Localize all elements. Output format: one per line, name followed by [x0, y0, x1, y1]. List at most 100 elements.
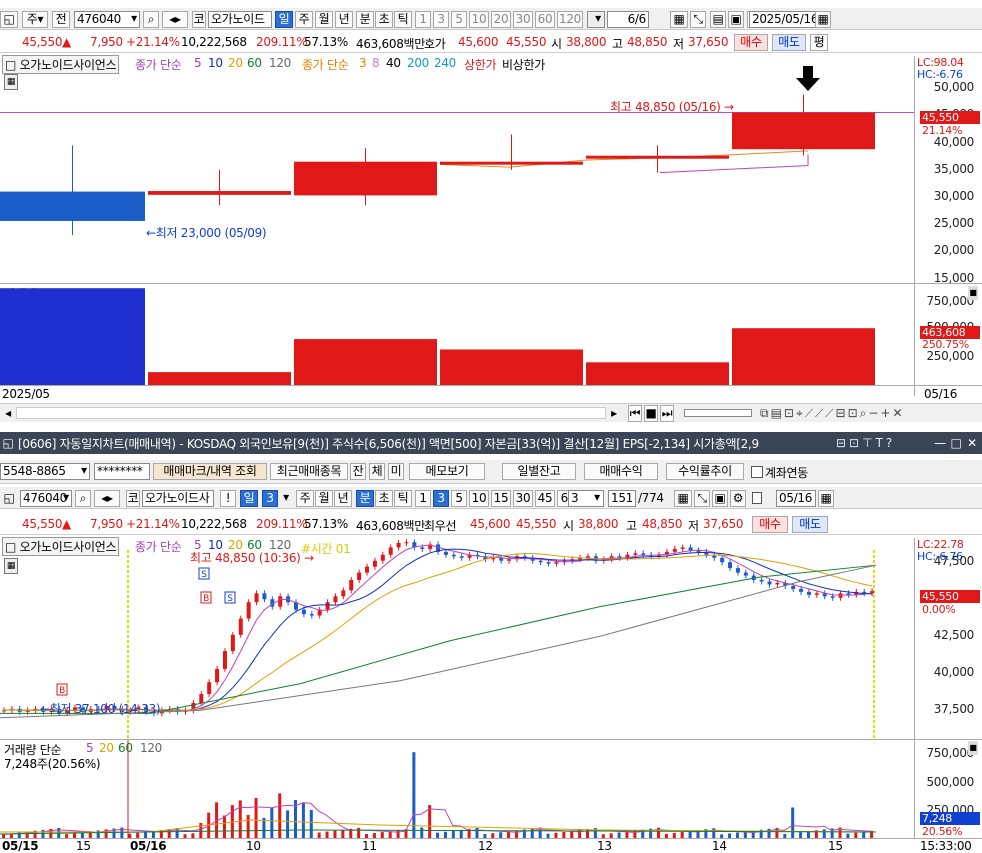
print-icon[interactable]: ▤: [710, 11, 726, 28]
period-year[interactable]: 년: [335, 11, 353, 28]
speaker-icon[interactable]: ◂▸: [94, 490, 120, 507]
sub-tick[interactable]: 틱: [394, 490, 412, 507]
low-note-text: 최저 37,100 (14:33): [49, 702, 161, 716]
min-opt[interactable]: 60: [535, 11, 555, 28]
trade-profit-button[interactable]: 매매수익: [584, 463, 658, 480]
password-field[interactable]: ********: [94, 463, 150, 480]
min-opt[interactable]: 30: [513, 11, 533, 28]
period-count[interactable]: 3: [262, 490, 278, 507]
unfilled-tab[interactable]: 미: [388, 463, 404, 480]
count-field[interactable]: 151: [608, 490, 636, 507]
min-opt[interactable]: 120: [557, 11, 583, 28]
warn-button[interactable]: !: [220, 490, 236, 507]
buy-button[interactable]: 매수: [752, 516, 788, 533]
period-day[interactable]: 일: [240, 490, 258, 507]
period-dropdown-icon[interactable]: ▾: [280, 490, 292, 507]
scroll-left-icon[interactable]: ◂: [2, 406, 14, 420]
interval-dropdown-icon[interactable]: ▾: [591, 490, 603, 507]
sub-tick[interactable]: 틱: [394, 11, 412, 28]
sub-second[interactable]: 초: [375, 490, 393, 507]
settings-icon[interactable]: ⚙: [730, 490, 746, 507]
min-opt[interactable]: 3: [433, 11, 449, 28]
sell-button[interactable]: 매도: [792, 516, 828, 533]
grid-icon[interactable]: ▦: [670, 11, 688, 28]
min-opt[interactable]: 10: [469, 11, 489, 28]
save-icon[interactable]: ▣: [712, 490, 728, 507]
min-opt[interactable]: 3: [433, 490, 449, 507]
volume-bar: [199, 822, 203, 838]
min-opt[interactable]: 5: [451, 11, 467, 28]
buy-button[interactable]: 매수: [734, 34, 768, 51]
date-checkbox[interactable]: [752, 492, 762, 504]
pct-tag: 21.14%: [922, 124, 963, 137]
trade-mark-tab[interactable]: 매매마크/내역 조회: [153, 463, 267, 480]
close-icon[interactable]: ✕: [966, 436, 978, 450]
candle-body: [459, 556, 464, 558]
memo-button[interactable]: 메모보기: [409, 463, 485, 480]
interval-dropdown-icon[interactable]: ▾: [591, 11, 605, 28]
date-field[interactable]: 2025/05/16: [749, 11, 817, 28]
min-opt[interactable]: 5: [451, 490, 467, 507]
stock-name-field[interactable]: 오가노이드사: [142, 490, 214, 507]
candle-body: [349, 580, 354, 591]
volume-bar: [286, 810, 290, 838]
save-icon[interactable]: ▣: [728, 11, 744, 28]
period-week[interactable]: 주: [295, 11, 313, 28]
min-opt[interactable]: 1: [415, 490, 431, 507]
type-select[interactable]: 주▾: [22, 11, 48, 28]
count-field[interactable]: 6/6: [607, 11, 649, 28]
min-opt[interactable]: 20: [491, 11, 511, 28]
volume-bar: [270, 807, 274, 838]
eval-button[interactable]: 평: [810, 34, 828, 51]
return-trend-button[interactable]: 수익률추이: [666, 463, 744, 480]
min-opt[interactable]: 30: [513, 490, 533, 507]
period-month[interactable]: 월: [315, 11, 333, 28]
search-icon[interactable]: ⌕: [143, 11, 159, 28]
period-day[interactable]: 일: [275, 11, 293, 28]
recent-stocks-tab[interactable]: 최근매매종목: [270, 463, 348, 480]
balance-tab[interactable]: 잔: [350, 463, 366, 480]
date-field[interactable]: 05/16: [776, 490, 816, 507]
min-opt[interactable]: 15: [491, 490, 511, 507]
pane-divider: [0, 385, 982, 386]
chart-icon[interactable]: ⤡: [694, 490, 710, 507]
minimize-icon[interactable]: —: [934, 436, 946, 450]
last-page-icon[interactable]: ⏭: [660, 405, 674, 422]
zoom-slider[interactable]: [684, 409, 752, 417]
first-page-icon[interactable]: ⏮: [628, 405, 642, 422]
sub-second[interactable]: 초: [375, 11, 393, 28]
maximize-icon[interactable]: □: [950, 436, 962, 450]
account-dropdown-icon[interactable]: ▾: [77, 463, 91, 480]
chart-icon[interactable]: ⤡: [690, 11, 706, 28]
window-tools-icons[interactable]: ⊟⊡⊤T?: [836, 436, 926, 450]
min-opt[interactable]: 1: [415, 11, 431, 28]
chart-tools-icons[interactable]: ⧉▤⊡⌖⟋⟋⟋⊟⊡⌕−+✕: [760, 406, 980, 420]
scroll-track[interactable]: [16, 407, 606, 419]
sub-minute[interactable]: 분: [356, 11, 374, 28]
scroll-right-icon[interactable]: ▸: [608, 406, 620, 420]
stop-icon[interactable]: ■: [644, 405, 658, 422]
period-prev-button[interactable]: 전: [52, 11, 70, 28]
filled-tab[interactable]: 체: [369, 463, 385, 480]
sub-minute[interactable]: 분: [356, 490, 374, 507]
stock-name-field[interactable]: 오가노이드: [208, 11, 272, 28]
grid-icon[interactable]: ▦: [674, 490, 692, 507]
pane-close-icon[interactable]: ■: [968, 741, 978, 755]
calendar-icon[interactable]: ▦: [818, 490, 834, 507]
min-opt[interactable]: 45: [535, 490, 555, 507]
period-month[interactable]: 월: [315, 490, 333, 507]
calendar-icon[interactable]: ▦: [815, 11, 831, 28]
code-dropdown-icon[interactable]: ▾: [60, 490, 72, 507]
link-checkbox[interactable]: [751, 466, 763, 478]
period-week[interactable]: 주: [296, 490, 314, 507]
chart-toggle-icon[interactable]: ◱: [0, 11, 18, 28]
period-year[interactable]: 년: [334, 490, 352, 507]
search-icon[interactable]: ⌕: [75, 490, 91, 507]
daily-balance-button[interactable]: 일별잔고: [502, 463, 576, 480]
min-opt[interactable]: 10: [469, 490, 489, 507]
pane-close-icon[interactable]: ■: [968, 286, 978, 300]
sell-button[interactable]: 매도: [772, 34, 806, 51]
speaker-icon[interactable]: ◂▸: [162, 11, 188, 28]
chart-toggle-icon[interactable]: ◱: [2, 491, 16, 505]
code-dropdown-icon[interactable]: ▾: [128, 11, 140, 28]
